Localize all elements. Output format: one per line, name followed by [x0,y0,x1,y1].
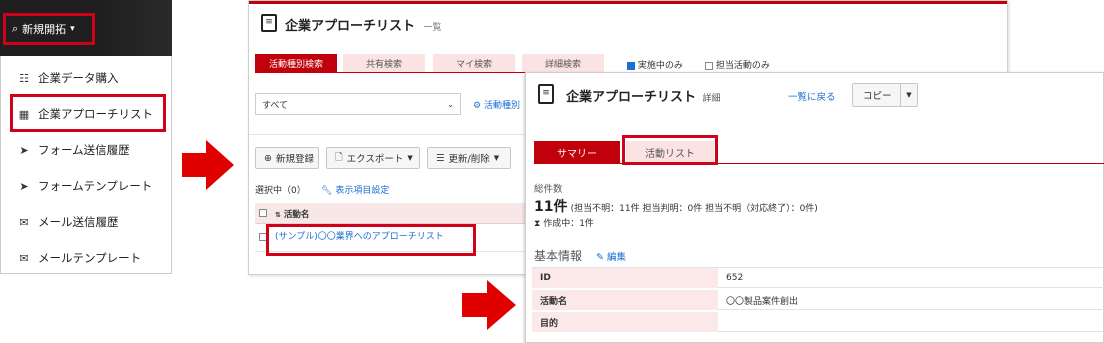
menu-item-mail-template[interactable]: ✉ メールテンプレート [17,250,141,266]
detail-title: 企業アプローチリスト 詳細 [566,90,721,105]
copy-button[interactable]: コピー ▼ [852,83,918,107]
info-row-activity-name: 活動名 〇〇製品案件創出 [532,290,1104,310]
file-icon: 🗋 [335,152,343,163]
export-button[interactable]: 🗋 エクスポート ▼ [326,147,420,169]
envelope-icon: ✉ [19,251,29,265]
select-all-checkbox[interactable] [259,209,267,217]
wrench-icon: 🔧︎ [321,186,333,196]
paper-plane-icon: ➤ [19,143,29,157]
highlight-new-button [3,13,95,45]
chevron-down-icon: ▼ [493,154,500,162]
display-settings-link[interactable]: 🔧︎ 表示項目設定 [321,183,389,196]
in-progress-count: ⧗ 作成中：1件 [534,219,594,229]
filter-mine-checkbox[interactable]: 担当活動のみ [705,58,770,71]
list-search-icon: ☷ [19,71,29,85]
list-doc-icon: ≡ [538,84,554,104]
arrow-right-icon [462,280,516,330]
back-to-list-link[interactable]: 一覧に戻る [788,89,836,103]
total-count-label: 総件数 [534,184,563,195]
list-doc-icon: ≡ [261,14,277,32]
list-icon: ☰ [436,152,445,164]
pencil-icon: ✎ [596,252,604,263]
info-row-purpose: 目的 [532,312,1104,332]
chevron-down-icon: ▼ [900,84,917,106]
highlight-approach-list [10,94,166,132]
basic-info-heading: 基本情報 [534,249,583,263]
menu-item-company-data[interactable]: ☷ 企業データ購入 [17,70,118,86]
tab-detail-search[interactable]: 詳細検索 [522,54,604,72]
highlight-activity-list-tab [622,135,718,165]
envelope-icon: ✉ [19,215,29,229]
menu-item-mail-history[interactable]: ✉ メール送信履歴 [17,214,118,230]
chevron-down-icon: ⌄ [447,99,454,109]
selected-count: 選択中（0） [255,186,306,196]
sort-icon: ⇅ [275,211,281,219]
chevron-down-icon: ▼ [407,154,413,162]
edit-link[interactable]: ✎ 編集 [596,249,626,263]
tab-my-search[interactable]: マイ検索 [433,54,515,72]
update-delete-button[interactable]: ☰ 更新/削除 ▼ [427,147,511,169]
hourglass-icon: ⧗ [534,219,541,229]
highlight-sample-row [266,224,476,256]
new-register-button[interactable]: ⊕ 新規登録 [255,147,319,169]
page-title: 企業アプローチリスト 一覧 [285,19,442,34]
tab-activity-type-search[interactable]: 活動種別検索 [255,54,337,72]
tab-shared-search[interactable]: 共有検索 [343,54,425,72]
filter-active-checkbox[interactable]: 実施中のみ [627,58,683,71]
arrow-right-icon [182,140,234,190]
gear-icon: ⚙ [473,101,482,111]
activity-type-select[interactable]: すべて ⌄ [255,93,461,115]
tab-summary[interactable]: サマリー [534,141,620,163]
new-development-dropdown: ☷ 企業データ購入 ▦ 企業アプローチリスト ➤ フォーム送信履歴 ➤ フォーム… [0,56,172,274]
total-count: 11件 (担当不明：11件 担当判明：0件 担当不明（対応終了）：0件) [534,199,818,215]
menu-item-form-template[interactable]: ➤ フォームテンプレート [17,178,152,194]
paper-plane-icon: ➤ [19,179,29,193]
activity-type-settings-link[interactable]: ⚙ 活動種別 [473,98,520,111]
approach-list-detail-window: ≡ 企業アプローチリスト 詳細 一覧に戻る コピー ▼ サマリー 活動リスト 総… [525,72,1104,343]
plus-circle-icon: ⊕ [264,152,272,164]
info-row-id: ID 652 [532,268,1104,288]
menu-item-form-history[interactable]: ➤ フォーム送信履歴 [17,142,129,158]
